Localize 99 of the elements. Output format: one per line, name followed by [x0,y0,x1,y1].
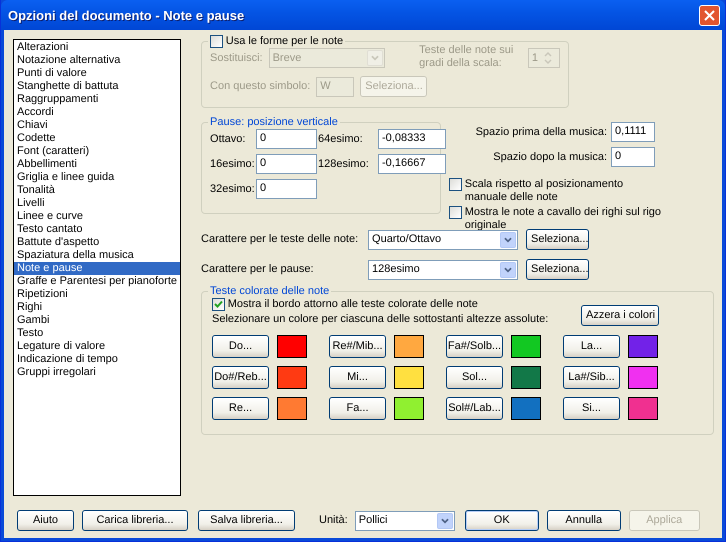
note-color-button[interactable]: Do... [212,335,270,358]
note-color-button[interactable]: Re... [212,397,270,420]
category-item[interactable]: Gruppi irregolari [14,366,180,379]
category-item[interactable]: Tonalità [14,184,180,197]
category-item[interactable]: Spaziatura della musica [14,249,180,262]
field-label: Ottavo: [210,132,246,146]
category-item[interactable]: Codette [14,132,180,145]
dropdown[interactable]: 128esimo [368,260,518,280]
color-swatch[interactable] [511,335,542,358]
category-item[interactable]: Raggruppamenti [14,93,180,106]
note-color-button[interactable]: La#/Sib... [563,366,620,389]
checkbox[interactable] [449,178,462,191]
dropdown[interactable]: Quarto/Ottavo [368,230,518,250]
note-color-button[interactable]: Si... [563,397,620,420]
category-item[interactable]: Righi [14,301,180,314]
category-item[interactable]: Accordi [14,106,180,119]
select-button[interactable]: Seleziona... [526,229,590,250]
dropdown[interactable]: Pollici [354,510,455,530]
text-field[interactable]: 0 [611,147,656,167]
text-field[interactable]: -0,16667 [378,154,446,174]
field-label: 16esimo: [210,158,256,170]
note-color-button[interactable]: La... [563,335,620,358]
footer-button[interactable]: Aiuto [17,510,74,531]
note-color-button[interactable]: Sol... [446,366,504,389]
color-swatch[interactable] [511,366,542,389]
select-button[interactable]: Seleziona... [526,259,590,280]
checkbox[interactable] [212,298,226,311]
note-color-button[interactable]: Fa... [329,397,386,420]
caret-icon [367,50,384,66]
checkbox-label: Mostra le note a cavallo dei righi sul rigo originale [464,206,662,232]
hint-text: Selezionare un colore per ciascuna delle sottostanti altezze assolute: [212,313,548,326]
color-swatch[interactable] [394,397,424,420]
category-item[interactable]: Notazione alternativa [14,54,180,67]
caret-icon [500,232,516,248]
checkbox-label: Usa le forme per le note [226,35,344,48]
category-item[interactable]: Indicazione di tempo [14,353,180,366]
category-item[interactable]: Ripetizioni [14,288,180,301]
footer-button[interactable]: Salva libreria... [198,510,295,531]
color-swatch[interactable] [394,366,424,389]
color-swatch[interactable] [277,366,308,389]
field-label: 32esimo: [210,182,256,196]
category-item[interactable]: Linee e curve [14,210,180,223]
field-label: Spazio dopo la musica: [493,150,608,164]
color-swatch[interactable] [394,335,424,358]
field-label: Spazio prima della musica: [476,126,608,138]
color-swatch[interactable] [511,397,542,420]
category-item[interactable]: Stanghette di battuta [14,80,180,93]
category-item[interactable]: Gambi [14,314,180,327]
caret-icon [500,262,516,278]
color-swatch[interactable] [277,335,308,358]
field-label: 64esimo: [318,132,364,146]
category-item[interactable]: Abbellimenti [14,158,180,171]
checkbox-label: Scala rispetto al posizionamento manuale delle note [464,178,624,204]
category-item[interactable]: Testo [14,327,180,340]
category-item[interactable]: Note e pause [14,262,180,275]
group-title: Pause: posizione verticale [209,116,339,129]
color-swatch[interactable] [628,366,658,389]
field-label: Unità: [319,514,348,527]
text-field[interactable]: 0,1111 [611,122,656,142]
field-label: Carattere per le teste delle note: [201,233,360,246]
dialog-button[interactable]: Annulla [546,510,621,531]
category-item[interactable]: Testo cantato [14,223,180,236]
field-label: Con questo simbolo: [210,80,310,93]
field-label: Carattere per le pause: [201,263,315,276]
close-button[interactable] [699,4,720,26]
caret-icon [436,512,453,528]
note-color-button[interactable]: Re#/Mib... [329,335,386,358]
field-label: Sostituisci: [210,52,263,65]
category-item[interactable]: Alterazioni [14,41,180,54]
category-item[interactable]: Graffe e Parentesi per pianoforte [14,275,180,288]
checkbox[interactable] [449,206,462,219]
category-item[interactable]: Punti di valore [14,67,180,80]
category-item[interactable]: Battute d'aspetto [14,236,180,249]
note-color-button[interactable]: Sol#/Lab... [446,397,504,420]
dialog-button[interactable]: OK [464,510,539,531]
text-field[interactable]: 0 [256,154,318,174]
text-field[interactable]: 0 [256,129,318,149]
field-label: 128esimo: [318,158,370,170]
window-title: Opzioni del documento - Note e pause [8,8,244,22]
spin-arrows-icon [542,50,554,66]
note-color-button[interactable]: Do#/Reb... [212,366,270,389]
reset-colors-button[interactable]: Azzera i colori [581,305,660,326]
note-color-button[interactable]: Mi... [329,366,386,389]
field-label: Teste delle note sui gradi della scala: [419,44,514,70]
category-item[interactable]: Livelli [14,197,180,210]
note-color-button[interactable]: Fa#/Solb... [446,335,504,358]
category-item[interactable]: Chiavi [14,119,180,132]
category-item[interactable]: Griglia e linee guida [14,171,180,184]
group-title: Teste colorate delle note [209,285,330,298]
color-swatch[interactable] [277,397,308,420]
category-item[interactable]: Legature di valore [14,340,180,353]
category-item[interactable]: Font (caratteri) [14,145,180,158]
text-field[interactable]: 0 [256,179,318,199]
close-icon [704,10,715,20]
footer-button[interactable]: Carica libreria... [82,510,188,531]
text-field[interactable]: -0,08333 [378,129,446,149]
color-swatch[interactable] [628,335,658,358]
color-swatch[interactable] [628,397,658,420]
checkbox-label: Mostra il bordo attorno alle teste colorate delle note [228,298,478,311]
